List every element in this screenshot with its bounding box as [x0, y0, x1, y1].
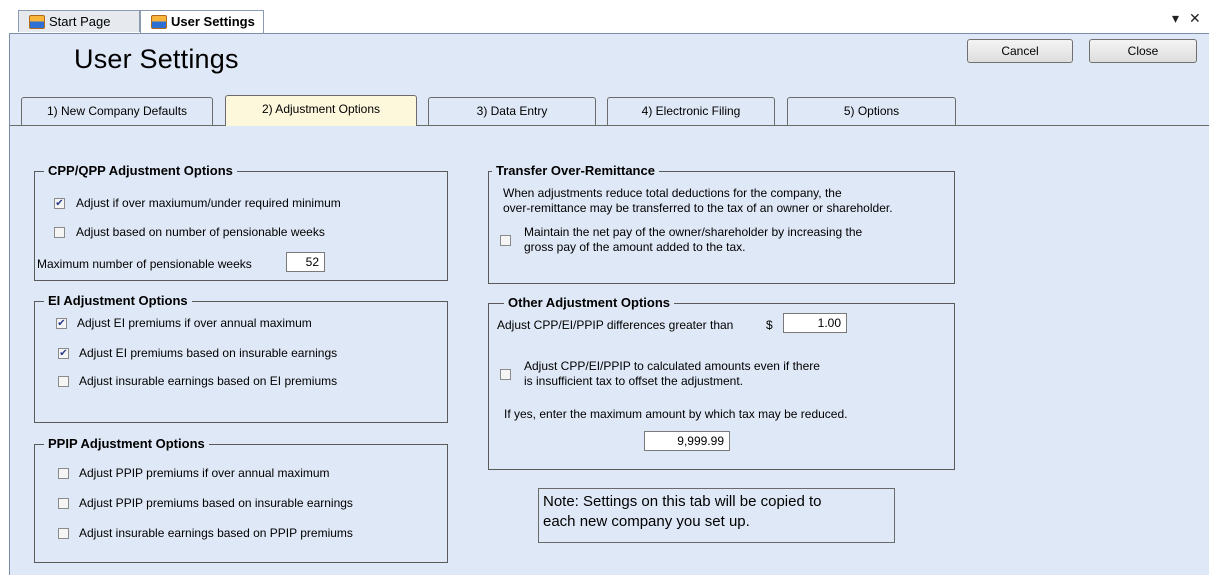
app-icon	[29, 15, 45, 29]
ppip-adjust-insurable-from-premiums-label: Adjust insurable earnings based on PPIP …	[79, 526, 353, 540]
maintain-net-pay-label-line2: gross pay of the amount added to the tax…	[524, 240, 746, 254]
ppip-adjust-insurable-earnings-label: Adjust PPIP premiums based on insurable …	[79, 496, 353, 510]
note-line2: each new company you set up.	[543, 513, 750, 530]
max-tax-reduction-label: If yes, enter the maximum amount by whic…	[504, 407, 848, 421]
close-document-icon[interactable]: ✕	[1189, 10, 1201, 27]
ppip-adjust-over-max-label: Adjust PPIP premiums if over annual maxi…	[79, 466, 330, 480]
ei-adjust-insurable-from-premiums-checkbox[interactable]	[58, 376, 69, 387]
ei-group-title: EI Adjustment Options	[44, 293, 192, 308]
adjust-calculated-amounts-checkbox[interactable]	[500, 369, 511, 380]
ppip-adjust-insurable-earnings-checkbox[interactable]	[58, 498, 69, 509]
ei-adjust-insurable-earnings-label: Adjust EI premiums based on insurable ea…	[79, 346, 338, 360]
ppip-group-title: PPIP Adjustment Options	[44, 436, 209, 451]
cpp-adjust-pensionable-weeks-label: Adjust based on number of pensionable we…	[76, 225, 325, 239]
doc-tab-start-page[interactable]: Start Page	[18, 10, 140, 32]
other-adjustment-title: Other Adjustment Options	[504, 295, 675, 310]
ppip-adjust-insurable-from-premiums-checkbox[interactable]	[58, 528, 69, 539]
doc-tab-user-settings[interactable]: User Settings	[140, 10, 264, 33]
ei-adjust-insurable-earnings-checkbox[interactable]: ✔	[58, 348, 69, 359]
differences-threshold-label: Adjust CPP/EI/PPIP differences greater t…	[497, 318, 734, 332]
ppip-adjust-over-max-checkbox[interactable]	[58, 468, 69, 479]
max-tax-reduction-input[interactable]: 9,999.99	[644, 431, 730, 451]
doc-tab-label: Start Page	[49, 14, 111, 29]
cpp-adjust-over-max-label: Adjust if over maxiumum/under required m…	[76, 196, 341, 210]
tab-new-company-defaults[interactable]: 1) New Company Defaults	[21, 97, 213, 125]
transfer-description-line2: over-remittance may be transferred to th…	[503, 201, 893, 215]
cpp-qpp-group-title: CPP/QPP Adjustment Options	[44, 163, 237, 178]
document-tab-strip: Start Page User Settings ▾ ✕	[0, 0, 1209, 33]
page-title: User Settings	[74, 44, 239, 74]
differences-threshold-input[interactable]: 1.00	[783, 313, 847, 333]
cancel-button[interactable]: Cancel	[967, 39, 1073, 63]
maintain-net-pay-checkbox[interactable]	[500, 235, 511, 246]
ei-adjust-over-max-checkbox[interactable]: ✔	[56, 318, 67, 329]
cpp-adjust-pensionable-weeks-checkbox[interactable]	[54, 227, 65, 238]
adjust-calculated-amounts-label-line2: is insufficient tax to offset the adjust…	[524, 374, 744, 388]
doc-tab-label: User Settings	[171, 14, 255, 29]
tab-divider	[10, 125, 1209, 126]
ei-adjust-over-max-label: Adjust EI premiums if over annual maximu…	[77, 316, 312, 330]
cpp-adjust-over-max-checkbox[interactable]: ✔	[54, 198, 65, 209]
tab-electronic-filing[interactable]: 4) Electronic Filing	[607, 97, 775, 125]
note-line1: Note: Settings on this tab will be copie…	[543, 493, 822, 510]
close-button[interactable]: Close	[1089, 39, 1197, 63]
app-icon	[151, 15, 167, 29]
tab-data-entry[interactable]: 3) Data Entry	[428, 97, 596, 125]
transfer-description-line1: When adjustments reduce total deductions…	[503, 186, 842, 200]
maintain-net-pay-label-line1: Maintain the net pay of the owner/shareh…	[524, 225, 863, 239]
transfer-over-remittance-title: Transfer Over-Remittance	[492, 163, 659, 178]
settings-note: Note: Settings on this tab will be copie…	[538, 488, 895, 543]
currency-symbol: $	[766, 318, 773, 332]
ei-adjust-insurable-from-premiums-label: Adjust insurable earnings based on EI pr…	[79, 374, 338, 388]
tab-options[interactable]: 5) Options	[787, 97, 956, 125]
max-pensionable-weeks-label: Maximum number of pensionable weeks	[37, 257, 252, 271]
tab-list-dropdown-icon[interactable]: ▾	[1172, 10, 1179, 27]
tab-adjustment-options[interactable]: 2) Adjustment Options	[225, 95, 417, 126]
max-pensionable-weeks-input[interactable]: 52	[286, 252, 325, 272]
adjust-calculated-amounts-label-line1: Adjust CPP/EI/PPIP to calculated amounts…	[524, 359, 820, 373]
